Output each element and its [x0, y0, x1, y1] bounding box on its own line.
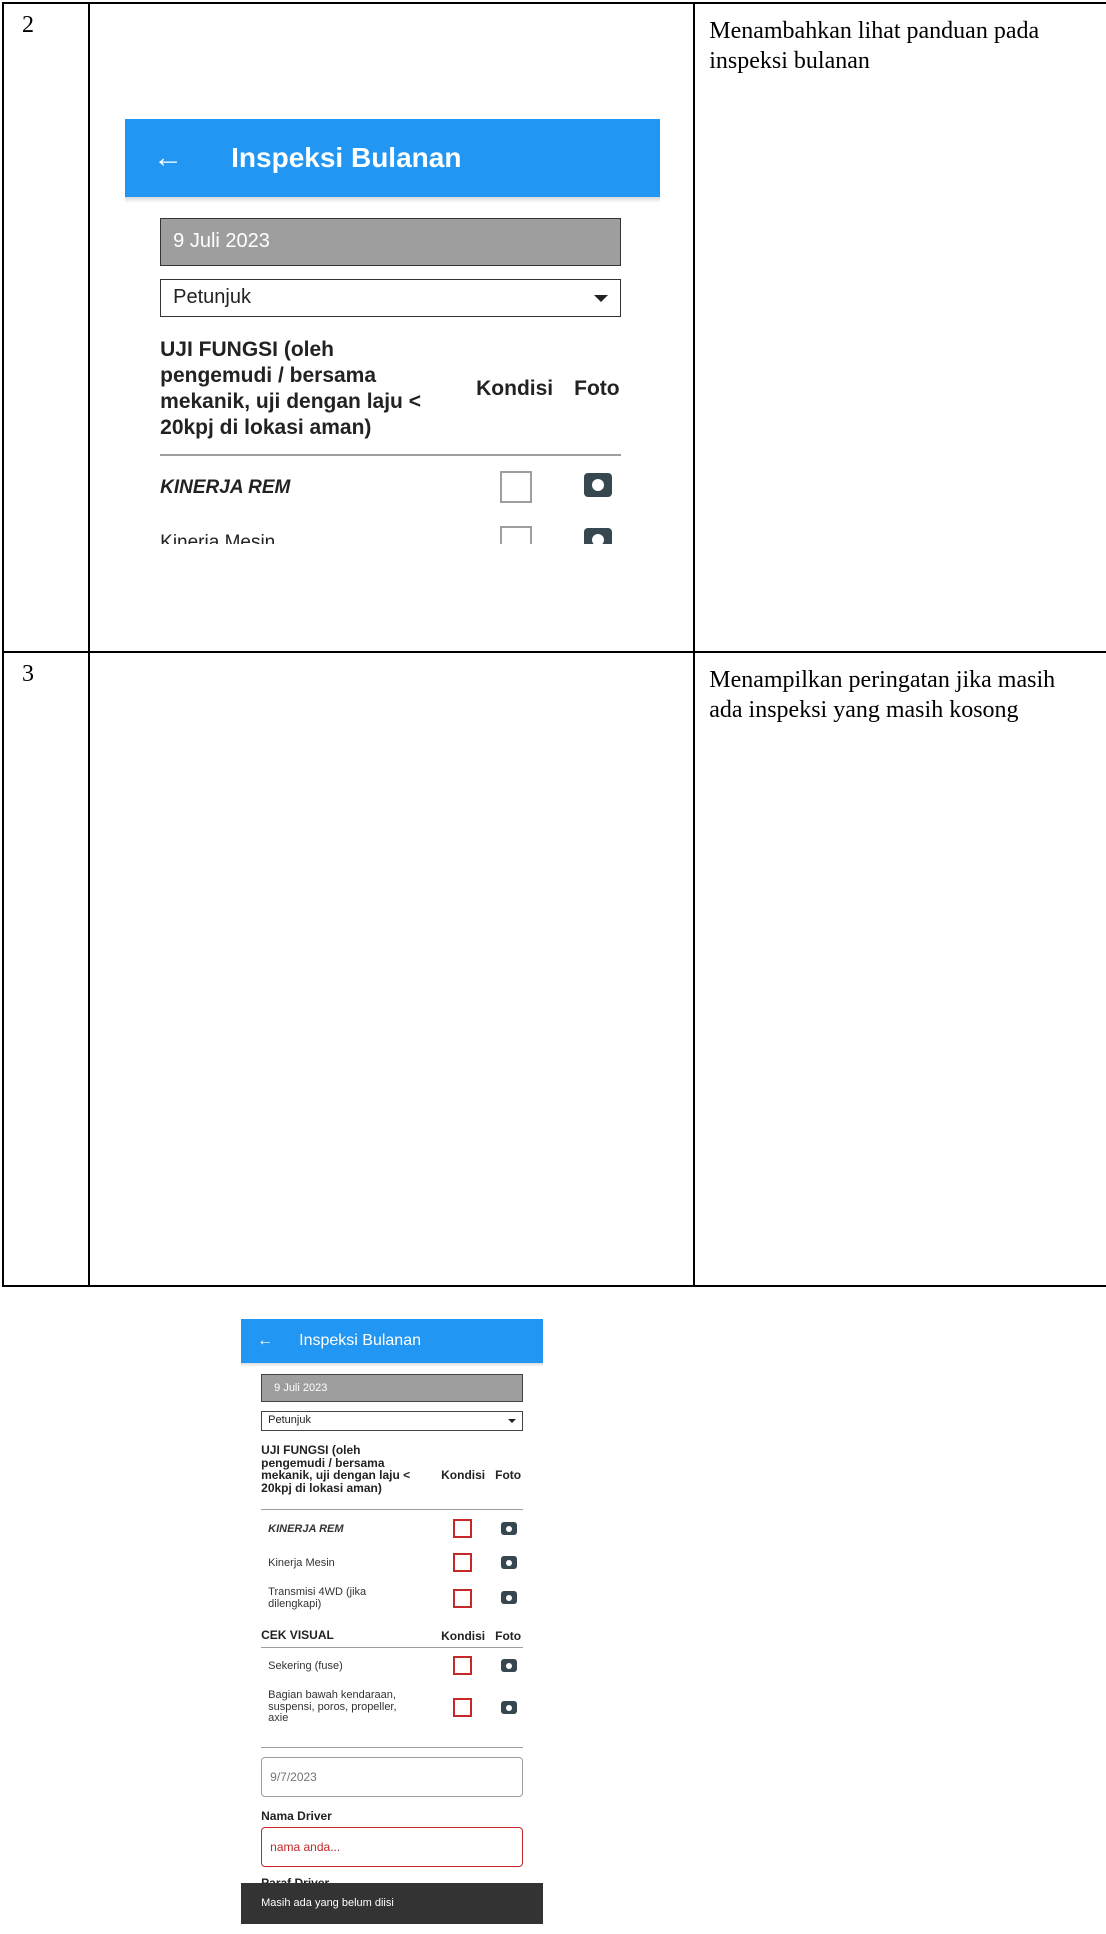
- camera-icon[interactable]: [501, 1522, 518, 1535]
- camera-icon[interactable]: [501, 1556, 518, 1569]
- condition-checkbox[interactable]: [453, 1519, 473, 1538]
- back-arrow-icon[interactable]: ←: [153, 141, 231, 175]
- date-field[interactable]: 9 Juli 2023: [160, 218, 622, 266]
- item-label: Sekering (fuse): [268, 1660, 343, 1672]
- screenshot-cell: ← Inspeksi Bulanan 9 Juli 2023 Petunjuk …: [88, 651, 696, 1934]
- driver-name-label: Nama Driver: [261, 1809, 332, 1823]
- item-label: Transmisi 4WD (jika dilengkapi): [268, 1586, 367, 1610]
- list-item: KINERJA REM: [160, 469, 621, 509]
- section-divider: [261, 1509, 524, 1510]
- item-label: KINERJA REM: [268, 1523, 344, 1535]
- guide-dropdown[interactable]: Petunjuk: [160, 279, 622, 317]
- list-item: Bagian bawah kendaraan, suspensi, poros,…: [261, 1689, 523, 1729]
- camera-icon[interactable]: [584, 528, 613, 544]
- condition-checkbox[interactable]: [500, 526, 533, 544]
- dropdown-value: Petunjuk: [173, 286, 251, 308]
- column-header-condition: Kondisi: [476, 377, 554, 400]
- back-arrow-icon[interactable]: ←: [257, 1332, 299, 1350]
- document-table: 2 ← Inspeksi Bulanan 9 Juli 2023 Petunju…: [1, 2, 1106, 1934]
- app-bar: ← Inspeksi Bulanan: [125, 119, 661, 197]
- condition-checkbox[interactable]: [453, 1589, 473, 1608]
- app-bar-shadow: [125, 197, 661, 203]
- warning-snackbar: Masih ada yang belum diisi: [241, 1883, 544, 1924]
- item-label: KINERJA REM: [160, 477, 291, 498]
- date-field[interactable]: 9 Juli 2023: [261, 1374, 524, 1402]
- camera-icon[interactable]: [584, 473, 613, 497]
- dropdown-caret-icon: [594, 295, 609, 302]
- phone-screenshot: ← Inspeksi Bulanan 9 Juli 2023 Petunjuk …: [241, 1319, 544, 1934]
- column-header-photo: Foto: [495, 1629, 522, 1643]
- section-title: UJI FUNGSI (oleh pengemudi / bersama mek…: [261, 1443, 411, 1495]
- section-title: CEK VISUAL: [261, 1628, 334, 1642]
- column-header-condition: Kondisi: [441, 1629, 486, 1643]
- camera-icon[interactable]: [501, 1701, 518, 1714]
- app-bar: ← Inspeksi Bulanan: [241, 1319, 544, 1363]
- section-divider: [160, 454, 622, 456]
- condition-checkbox[interactable]: [500, 471, 533, 503]
- section-header: CEK VISUAL Kondisi Foto: [261, 1628, 523, 1643]
- section-header: UJI FUNGSI (oleh pengemudi / bersama mek…: [160, 337, 621, 441]
- condition-checkbox[interactable]: [453, 1698, 473, 1717]
- app-bar-shadow: [241, 1363, 544, 1367]
- list-item: Transmisi 4WD (jika dilengkapi): [261, 1585, 523, 1613]
- driver-name-input[interactable]: nama anda...: [261, 1827, 524, 1867]
- section-divider: [261, 1747, 524, 1748]
- column-header-photo: Foto: [574, 377, 620, 400]
- section-divider: [261, 1647, 524, 1648]
- item-label: Kinerja Mesin: [160, 532, 276, 544]
- list-item: Sekering (fuse): [261, 1656, 523, 1680]
- section-header: UJI FUNGSI (oleh pengemudi / bersama mek…: [261, 1444, 523, 1494]
- list-item: Kinerja Mesin: [160, 524, 621, 544]
- item-label: Kinerja Mesin: [268, 1557, 335, 1569]
- dropdown-value: Petunjuk: [268, 1414, 311, 1426]
- row-description: Menambahkan lihat panduan pada inspeksi …: [693, 2, 1106, 653]
- guide-dropdown[interactable]: Petunjuk: [261, 1411, 524, 1431]
- app-bar-title: Inspeksi Bulanan: [231, 142, 462, 173]
- section-title: UJI FUNGSI (oleh pengemudi / bersama mek…: [160, 338, 421, 439]
- table-row: 3 ← Inspeksi Bulanan 9 Juli 2023 Petunju…: [1, 651, 1106, 1934]
- column-header-condition: Kondisi: [441, 1468, 486, 1482]
- dropdown-caret-icon: [508, 1419, 517, 1423]
- row-number: 3: [1, 651, 91, 1287]
- list-item: Kinerja Mesin: [261, 1553, 523, 1577]
- app-bar-title: Inspeksi Bulanan: [299, 1332, 421, 1349]
- column-header-photo: Foto: [495, 1468, 522, 1482]
- phone-screenshot: ← Inspeksi Bulanan 9 Juli 2023 Petunjuk …: [125, 119, 661, 544]
- row-number: 2: [1, 2, 91, 653]
- camera-icon[interactable]: [501, 1659, 518, 1672]
- camera-icon[interactable]: [501, 1591, 518, 1604]
- list-item: KINERJA REM: [261, 1519, 523, 1543]
- condition-checkbox[interactable]: [453, 1656, 473, 1675]
- screenshot-cell: ← Inspeksi Bulanan 9 Juli 2023 Petunjuk …: [88, 2, 696, 653]
- row-description: Menampilkan peringatan jika masih ada in…: [693, 651, 1106, 1287]
- item-label: Bagian bawah kendaraan, suspensi, poros,…: [268, 1689, 397, 1724]
- condition-checkbox[interactable]: [453, 1553, 473, 1572]
- table-row: 2 ← Inspeksi Bulanan 9 Juli 2023 Petunju…: [1, 2, 1106, 653]
- date-input[interactable]: 9/7/2023: [261, 1757, 524, 1797]
